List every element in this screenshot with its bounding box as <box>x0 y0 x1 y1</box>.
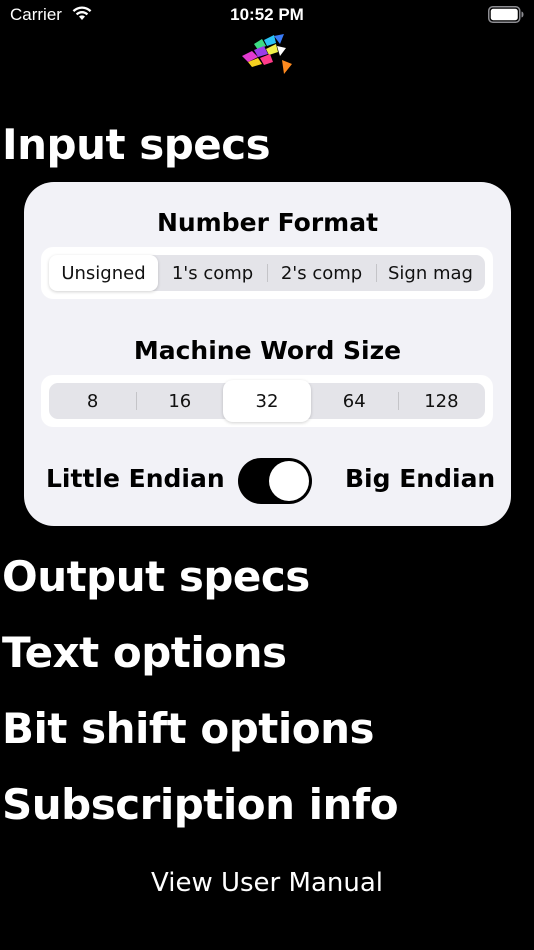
big-endian-label: Big Endian <box>345 464 496 493</box>
input-specs-header[interactable]: Input specs <box>2 120 271 169</box>
status-bar: Carrier 10:52 PM <box>0 0 534 30</box>
text-options-header[interactable]: Text options <box>2 628 287 677</box>
word-size-segments: 8 16 32 64 128 <box>49 380 485 422</box>
subscription-info-header[interactable]: Subscription info <box>2 780 399 829</box>
number-format-control: Unsigned 1's comp 2's comp Sign mag <box>41 247 493 299</box>
segment-8[interactable]: 8 <box>49 383 136 419</box>
segment-ones-comp[interactable]: 1's comp <box>158 255 267 291</box>
bit-shift-options-header[interactable]: Bit shift options <box>2 704 375 753</box>
endian-toggle[interactable] <box>238 458 312 504</box>
segment-16[interactable]: 16 <box>136 383 223 419</box>
output-specs-header[interactable]: Output specs <box>2 552 310 601</box>
segment-sign-mag[interactable]: Sign mag <box>376 255 485 291</box>
status-time: 10:52 PM <box>230 5 304 24</box>
app-logo-icon <box>242 34 292 74</box>
word-size-control: 8 16 32 64 128 <box>41 375 493 427</box>
segment-64[interactable]: 64 <box>311 383 398 419</box>
number-format-label: Number Format <box>156 208 379 237</box>
segment-unsigned[interactable]: Unsigned <box>49 255 158 291</box>
number-format-segments: Unsigned 1's comp 2's comp Sign mag <box>49 255 485 291</box>
battery-icon <box>488 6 524 23</box>
word-size-label: Machine Word Size <box>133 336 402 365</box>
toggle-knob <box>269 461 309 501</box>
view-user-manual-link[interactable]: View User Manual <box>0 868 534 898</box>
segment-128[interactable]: 128 <box>397 383 485 419</box>
segment-32[interactable]: 32 <box>223 380 311 422</box>
little-endian-label: Little Endian <box>46 464 225 493</box>
segment-twos-comp[interactable]: 2's comp <box>267 255 376 291</box>
